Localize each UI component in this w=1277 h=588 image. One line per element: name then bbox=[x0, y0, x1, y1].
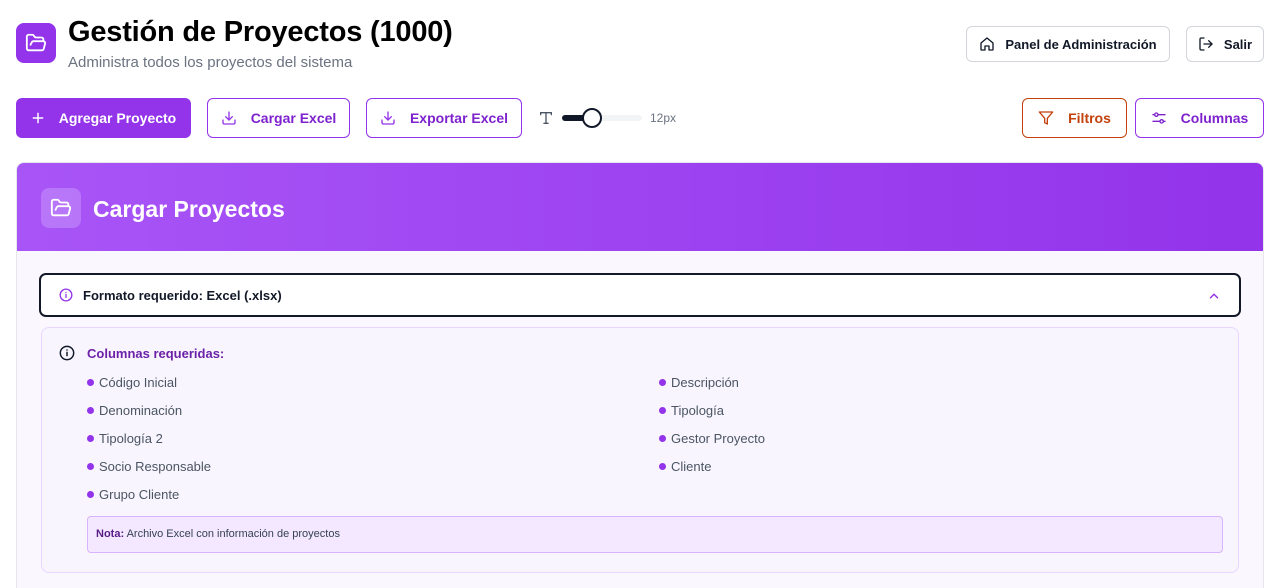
upload-projects-card: Cargar Proyectos Formato requerido: Exce… bbox=[16, 162, 1264, 588]
columns-label: Columnas bbox=[1180, 110, 1249, 126]
export-excel-label: Exportar Excel bbox=[409, 110, 509, 126]
filters-button[interactable]: Filtros bbox=[1022, 98, 1127, 138]
folder-open-icon bbox=[41, 188, 81, 228]
list-item: Tipología bbox=[659, 403, 724, 418]
chevron-up-icon[interactable] bbox=[1207, 289, 1221, 303]
columns-button[interactable]: Columnas bbox=[1135, 98, 1264, 138]
text-size-icon bbox=[538, 108, 554, 128]
filters-label: Filtros bbox=[1068, 110, 1111, 126]
list-item: Descripción bbox=[659, 375, 739, 390]
logout-button[interactable]: Salir bbox=[1186, 26, 1264, 62]
list-item: Socio Responsable bbox=[87, 459, 211, 474]
home-icon bbox=[980, 37, 995, 51]
page-subtitle: Administra todos los proyectos del siste… bbox=[68, 54, 353, 71]
list-item: Tipología 2 bbox=[87, 431, 163, 446]
export-excel-button[interactable]: Exportar Excel bbox=[366, 98, 522, 138]
upload-excel-label: Cargar Excel bbox=[250, 110, 337, 126]
logout-label: Salir bbox=[1223, 36, 1253, 52]
required-columns-heading: Columnas requeridas: bbox=[87, 346, 225, 361]
info-icon bbox=[59, 345, 75, 361]
card-header: Cargar Proyectos bbox=[17, 163, 1263, 251]
font-size-slider-thumb[interactable] bbox=[582, 108, 602, 128]
list-item: Cliente bbox=[659, 459, 711, 474]
admin-panel-button[interactable]: Panel de Administración bbox=[966, 26, 1170, 62]
note-box: Nota: Archivo Excel con información de p… bbox=[87, 516, 1223, 553]
format-label: Formato requerido: Excel (.xlsx) bbox=[83, 288, 282, 303]
download-icon bbox=[381, 111, 395, 125]
add-project-button[interactable]: Agregar Proyecto bbox=[16, 98, 191, 138]
font-size-value: 12px bbox=[650, 111, 677, 125]
list-item: Gestor Proyecto bbox=[659, 431, 765, 446]
info-icon bbox=[59, 288, 73, 302]
sliders-icon bbox=[1151, 112, 1166, 124]
download-icon bbox=[222, 111, 236, 125]
add-project-label: Agregar Proyecto bbox=[58, 110, 177, 126]
admin-panel-label: Panel de Administración bbox=[1005, 36, 1157, 52]
upload-excel-button[interactable]: Cargar Excel bbox=[207, 98, 350, 138]
page-title: Gestión de Proyectos (1000) bbox=[68, 16, 453, 48]
note-label: Nota: bbox=[96, 528, 125, 540]
note-text: Archivo Excel con información de proyect… bbox=[126, 528, 340, 540]
plus-icon bbox=[32, 112, 44, 124]
list-item: Grupo Cliente bbox=[87, 487, 179, 502]
format-accordion[interactable]: Formato requerido: Excel (.xlsx) bbox=[39, 273, 1241, 317]
list-item: Código Inicial bbox=[87, 375, 177, 390]
list-item: Denominación bbox=[87, 403, 182, 418]
logout-icon bbox=[1199, 37, 1213, 51]
app-folder-icon bbox=[16, 23, 56, 63]
filter-icon bbox=[1038, 111, 1054, 125]
required-columns-box: Columnas requeridas: Código Inicial Deno… bbox=[41, 327, 1239, 573]
card-title: Cargar Proyectos bbox=[93, 196, 285, 222]
